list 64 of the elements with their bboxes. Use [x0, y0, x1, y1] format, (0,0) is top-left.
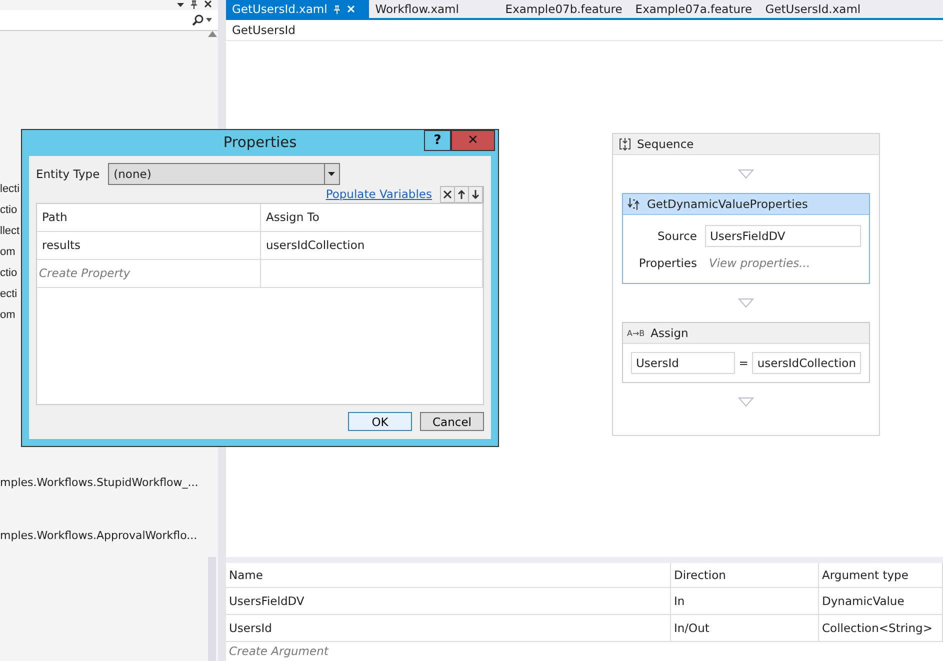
search-icon [192, 14, 204, 26]
activity-title: GetDynamicValueProperties [647, 197, 808, 211]
table-cell: UsersFieldDV [226, 588, 671, 614]
tree-item[interactable]: ctio [0, 200, 18, 221]
tree-item[interactable]: mples.Workflows.StupidWorkflow_... [0, 476, 206, 489]
dialog-button[interactable]: OK [348, 412, 412, 431]
field-label: Properties [638, 256, 697, 270]
field-label: Source [656, 229, 697, 243]
table-cell: In [671, 588, 819, 614]
breadcrumb[interactable]: GetUsersId [226, 20, 943, 41]
tree-item[interactable]: om [0, 242, 16, 263]
document-tab[interactable]: Example07a.feature [629, 0, 760, 18]
table-cell: Collection<String> [819, 615, 943, 641]
dropdown-icon[interactable] [177, 3, 184, 7]
tree-item[interactable]: ctio [0, 263, 18, 284]
document-tab[interactable]: GetUsersId.xaml [759, 0, 890, 18]
assign-to-field[interactable]: UsersId [631, 352, 735, 374]
view-properties-link[interactable]: View properties... [705, 253, 861, 273]
pin-icon[interactable] [190, 0, 198, 9]
delete-icon[interactable] [441, 186, 455, 202]
dialog-title: Properties [223, 135, 297, 151]
activity-card[interactable]: A→B Assign UsersId = usersIdCollection [622, 322, 870, 383]
tree-item[interactable]: llect [0, 221, 20, 242]
sequence-title: Sequence [637, 137, 694, 151]
table-cell: results [37, 232, 261, 259]
entity-type-label: Entity Type [36, 167, 100, 181]
caret-icon [328, 172, 336, 176]
tree-item[interactable]: mples.Workflows.ApprovalWorkflo... [0, 529, 206, 542]
equals-sign: = [738, 356, 748, 370]
populate-variables-link[interactable]: Populate Variables [326, 187, 432, 201]
column-header[interactable]: Name [226, 563, 671, 587]
close-button[interactable]: ✕ [451, 130, 495, 151]
table-cell: In/Out [671, 615, 819, 641]
table-cell: DynamicValue [819, 588, 943, 614]
document-tab[interactable]: Workflow.xaml [369, 0, 500, 18]
column-header[interactable]: Direction [671, 563, 819, 587]
table-cell: usersIdCollection [261, 232, 483, 259]
sequence-icon [619, 137, 631, 151]
tree-item[interactable]: lecti [0, 179, 20, 200]
assign-value-field[interactable]: usersIdCollection [752, 352, 861, 374]
dialog-button[interactable]: Cancel [420, 412, 484, 431]
column-header[interactable]: Argument type [819, 563, 943, 587]
tree-item[interactable]: om [0, 305, 16, 326]
source-field[interactable]: UsersFieldDV [705, 225, 861, 247]
activity-title: Assign [650, 326, 688, 340]
column-header[interactable]: Assign To [261, 204, 483, 231]
sequence-container[interactable]: Sequence GetDynamicValueProperties Source UsersFieldDV Properties View properties... A→B Assign UsersId = usersIdCollection [612, 133, 880, 436]
activity-icon [627, 197, 641, 211]
drop-target-icon [738, 298, 754, 308]
caret-icon [206, 18, 212, 22]
column-header[interactable]: Path [37, 204, 261, 231]
create-argument-row[interactable]: Create Argument [226, 642, 943, 660]
entity-type-dropdown[interactable]: (none) [108, 163, 340, 185]
drop-target-icon [738, 169, 754, 179]
create-property-row[interactable]: Create Property [37, 260, 261, 287]
close-icon[interactable] [204, 0, 212, 8]
table-cell: UsersId [226, 615, 671, 641]
help-button[interactable]: ? [424, 130, 451, 151]
assign-icon: A→B [627, 328, 645, 338]
document-tab[interactable]: Example07b.feature [499, 0, 630, 18]
drop-target-icon [738, 397, 754, 407]
search-field[interactable] [0, 10, 218, 31]
activity-card[interactable]: GetDynamicValueProperties Source UsersFieldDV Properties View properties... [622, 193, 870, 284]
tree-item[interactable]: ecti [0, 284, 18, 305]
